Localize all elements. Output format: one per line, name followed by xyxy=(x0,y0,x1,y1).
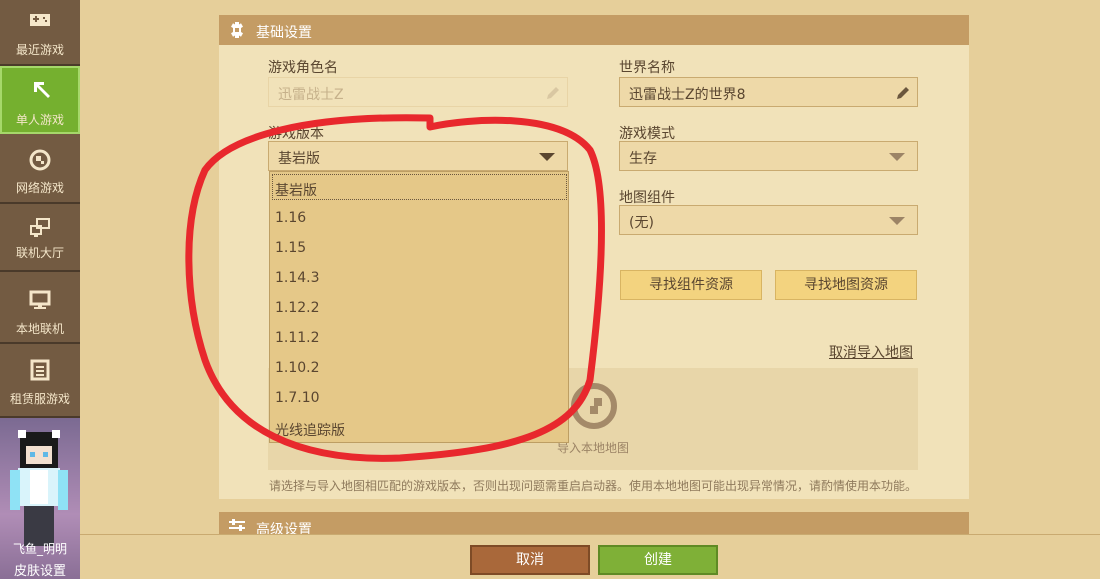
game-mode-label: 游戏模式 xyxy=(619,126,675,142)
network-icon xyxy=(30,218,50,237)
map-component-label: 地图组件 xyxy=(619,190,675,206)
game-version-dropdown: 基岩版 1.16 1.15 1.14.3 1.12.2 1.11.2 1.10.… xyxy=(269,171,569,443)
sidebar-item-label: 本地联机 xyxy=(15,322,64,336)
find-component-button[interactable]: 寻找组件资源 xyxy=(620,270,762,300)
advanced-settings-header[interactable]: 高级设置 xyxy=(219,512,969,538)
sidebar-item-recent[interactable]: 最近游戏 xyxy=(0,0,80,66)
cancel-button[interactable]: 取消 xyxy=(470,545,590,575)
dropdown-option[interactable]: 光线追踪版 xyxy=(275,420,345,440)
create-button[interactable]: 创建 xyxy=(598,545,718,575)
sidebar-item-online[interactable]: 网络游戏 xyxy=(0,134,80,204)
role-name-value: 迅雷战士Z xyxy=(278,87,344,103)
version-hint-text: 请选择与导入地图相匹配的游戏版本，否则出现问题需重启启动器。使用本地地图可能出现… xyxy=(269,479,918,493)
globe-icon xyxy=(29,149,51,171)
sidebar-item-rental[interactable]: 租赁服游戏 xyxy=(0,344,80,418)
sidebar-item-label: 网络游戏 xyxy=(15,181,64,195)
chevron-down-icon xyxy=(539,153,555,161)
chevron-down-icon xyxy=(889,153,905,161)
dropdown-option[interactable]: 1.10.2 xyxy=(275,360,320,376)
game-mode-value: 生存 xyxy=(629,151,657,167)
sliders-icon xyxy=(229,519,245,531)
world-name-field[interactable]: 迅雷战士Z的世界8 xyxy=(619,77,918,107)
footer-bar xyxy=(80,534,1100,579)
sidebar-item-single-player[interactable]: 单人游戏 xyxy=(0,66,80,134)
basic-settings-title: 基础设置 xyxy=(256,25,312,41)
dropdown-option[interactable]: 1.15 xyxy=(275,240,306,256)
game-version-select[interactable]: 基岩版 xyxy=(268,141,568,171)
role-name-field: 迅雷战士Z xyxy=(268,77,568,107)
gamepad-icon xyxy=(30,14,50,26)
chevron-down-icon xyxy=(889,217,905,225)
gear-icon xyxy=(231,22,243,38)
sidebar-item-label: 联机大厅 xyxy=(15,246,64,260)
dropdown-option[interactable]: 基岩版 xyxy=(275,180,317,200)
server-icon xyxy=(30,359,50,381)
map-component-value: (无) xyxy=(629,215,654,231)
basic-settings-header: 基础设置 xyxy=(219,15,969,45)
sidebar-item-label: 租赁服游戏 xyxy=(9,392,70,406)
sidebar: 最近游戏 单人游戏 网络游戏 联机大厅 本地联机 租赁服游戏 飞鱼_明明 皮肤设… xyxy=(0,0,80,579)
dropdown-option[interactable]: 1.16 xyxy=(275,210,306,226)
sidebar-item-label: 单人游戏 xyxy=(15,113,64,127)
role-name-label: 游戏角色名 xyxy=(268,60,338,76)
dropdown-option[interactable]: 1.7.10 xyxy=(275,390,320,406)
skin-player-name: 飞鱼_明明 xyxy=(12,542,67,556)
world-name-value: 迅雷战士Z的世界8 xyxy=(629,87,746,103)
pencil-icon[interactable] xyxy=(895,85,911,101)
skin-settings-link[interactable]: 皮肤设置 xyxy=(0,560,80,579)
sidebar-item-label: 最近游戏 xyxy=(15,43,64,57)
pencil-icon xyxy=(547,87,559,99)
dropdown-option[interactable]: 1.14.3 xyxy=(275,270,320,286)
game-version-value: 基岩版 xyxy=(278,151,320,167)
sidebar-item-local[interactable]: 本地联机 xyxy=(0,272,80,344)
game-version-label: 游戏版本 xyxy=(268,126,324,142)
sidebar-item-lobby[interactable]: 联机大厅 xyxy=(0,204,80,272)
game-mode-select[interactable]: 生存 xyxy=(619,141,918,171)
dropdown-option[interactable]: 1.11.2 xyxy=(275,330,320,346)
pickaxe-icon xyxy=(34,82,50,98)
map-component-select[interactable]: (无) xyxy=(619,205,918,235)
world-name-label: 世界名称 xyxy=(619,60,675,76)
import-map-icon xyxy=(571,383,617,429)
cancel-import-map-link[interactable]: 取消导入地图 xyxy=(829,342,913,362)
skin-character-avatar xyxy=(10,430,68,546)
find-map-button[interactable]: 寻找地图资源 xyxy=(775,270,917,300)
dropdown-option[interactable]: 1.12.2 xyxy=(275,300,320,316)
monitor-icon xyxy=(29,290,51,309)
